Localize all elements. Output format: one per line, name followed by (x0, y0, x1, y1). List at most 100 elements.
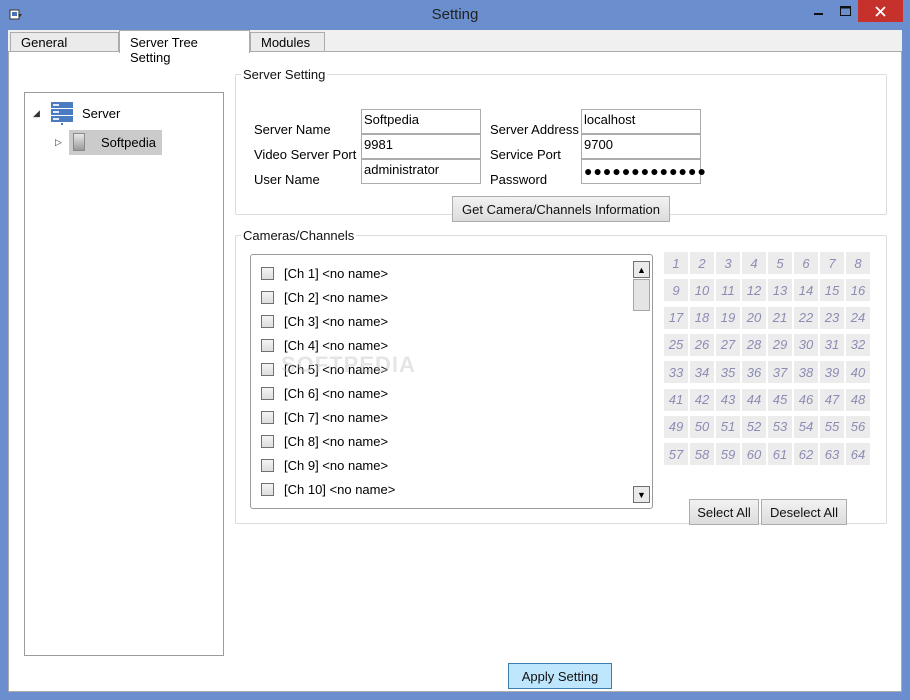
video-server-port-field[interactable]: 9981 (361, 134, 481, 159)
channel-number-cell[interactable]: 60 (742, 443, 766, 466)
maximize-button[interactable] (833, 0, 858, 22)
channel-number-cell[interactable]: 59 (716, 443, 740, 466)
channel-number-cell[interactable]: 24 (846, 306, 870, 329)
select-all-button[interactable]: Select All (689, 499, 759, 525)
channel-checkbox[interactable] (261, 290, 274, 304)
minimize-button[interactable] (805, 0, 833, 22)
channel-number-cell[interactable]: 63 (820, 443, 844, 466)
channel-number-cell[interactable]: 30 (794, 333, 818, 356)
service-port-field[interactable]: 9700 (581, 134, 701, 159)
channel-number-cell[interactable]: 21 (768, 306, 792, 329)
tree-node-softpedia[interactable]: ▷ Softpedia (55, 129, 162, 155)
channel-checkbox[interactable] (261, 386, 274, 400)
channel-number-cell[interactable]: 25 (664, 333, 688, 356)
channel-number-cell[interactable]: 61 (768, 443, 792, 466)
channel-number-cell[interactable]: 51 (716, 415, 740, 438)
tab-server-tree-setting[interactable]: Server Tree Setting (119, 30, 250, 65)
channel-number-cell[interactable]: 28 (742, 333, 766, 356)
channel-checkbox[interactable] (261, 338, 274, 352)
channel-number-cell[interactable]: 33 (664, 361, 688, 384)
channel-number-cell[interactable]: 58 (690, 443, 714, 466)
tab-general-setting[interactable]: General Setting (10, 32, 119, 65)
channel-number-cell[interactable]: 8 (846, 252, 870, 274)
close-button[interactable] (858, 0, 903, 22)
channel-number-cell[interactable]: 4 (742, 252, 766, 274)
channel-number-cell[interactable]: 15 (820, 279, 844, 302)
channel-list[interactable]: [Ch 1] <no name> [Ch 2] <no name> [Ch 3]… (250, 254, 653, 509)
channel-number-cell[interactable]: 44 (742, 388, 766, 411)
list-item[interactable]: [Ch 2] <no name> (261, 287, 388, 307)
channel-number-cell[interactable]: 7 (820, 252, 844, 274)
list-item[interactable]: [Ch 6] <no name> (261, 383, 388, 403)
channel-number-cell[interactable]: 37 (768, 361, 792, 384)
channel-number-cell[interactable]: 22 (794, 306, 818, 329)
channel-number-cell[interactable]: 16 (846, 279, 870, 302)
scroll-thumb[interactable] (633, 279, 650, 311)
tree-node-server[interactable]: ◢ Server (33, 99, 120, 127)
channel-number-cell[interactable]: 36 (742, 361, 766, 384)
channel-number-cell[interactable]: 17 (664, 306, 688, 329)
channel-number-cell[interactable]: 52 (742, 415, 766, 438)
channel-number-cell[interactable]: 12 (742, 279, 766, 302)
channel-number-cell[interactable]: 31 (820, 333, 844, 356)
channel-number-cell[interactable]: 42 (690, 388, 714, 411)
scroll-up-button[interactable]: ▲ (633, 261, 650, 278)
channel-number-cell[interactable]: 39 (820, 361, 844, 384)
deselect-all-button[interactable]: Deselect All (761, 499, 847, 525)
channel-number-cell[interactable]: 9 (664, 279, 688, 302)
channel-number-cell[interactable]: 32 (846, 333, 870, 356)
channel-number-cell[interactable]: 6 (794, 252, 818, 274)
channel-checkbox[interactable] (261, 410, 274, 424)
channel-checkbox[interactable] (261, 434, 274, 448)
channel-checkbox[interactable] (261, 458, 274, 472)
channel-number-cell[interactable]: 46 (794, 388, 818, 411)
list-item[interactable]: [Ch 7] <no name> (261, 407, 388, 427)
channel-checkbox[interactable] (261, 314, 274, 328)
title-bar[interactable]: Setting (0, 0, 910, 30)
channel-number-cell[interactable]: 49 (664, 415, 688, 438)
server-address-field[interactable]: localhost (581, 109, 701, 134)
channel-number-cell[interactable]: 10 (690, 279, 714, 302)
channel-checkbox[interactable] (261, 362, 274, 376)
channel-number-cell[interactable]: 55 (820, 415, 844, 438)
channel-number-cell[interactable]: 18 (690, 306, 714, 329)
channel-checkbox[interactable] (261, 482, 274, 496)
channel-number-cell[interactable]: 19 (716, 306, 740, 329)
server-name-field[interactable]: Softpedia (361, 109, 481, 134)
server-tree[interactable]: ◢ Server ▷ Softpedia (24, 92, 224, 656)
channel-number-cell[interactable]: 56 (846, 415, 870, 438)
channel-number-cell[interactable]: 53 (768, 415, 792, 438)
channel-number-cell[interactable]: 62 (794, 443, 818, 466)
channel-number-cell[interactable]: 11 (716, 279, 740, 302)
channel-number-cell[interactable]: 57 (664, 443, 688, 466)
channel-number-cell[interactable]: 34 (690, 361, 714, 384)
get-camera-channels-button[interactable]: Get Camera/Channels Information (452, 196, 670, 222)
scroll-down-button[interactable]: ▼ (633, 486, 650, 503)
channel-number-cell[interactable]: 20 (742, 306, 766, 329)
channel-number-cell[interactable]: 64 (846, 443, 870, 466)
apply-setting-button[interactable]: Apply Setting (508, 663, 612, 689)
channel-number-cell[interactable]: 35 (716, 361, 740, 384)
channel-number-cell[interactable]: 38 (794, 361, 818, 384)
channel-number-cell[interactable]: 40 (846, 361, 870, 384)
channel-number-cell[interactable]: 54 (794, 415, 818, 438)
channel-number-cell[interactable]: 48 (846, 388, 870, 411)
channel-number-cell[interactable]: 27 (716, 333, 740, 356)
expand-arrow-icon[interactable]: ▷ (55, 137, 69, 148)
channel-number-cell[interactable]: 13 (768, 279, 792, 302)
channel-checkbox[interactable] (261, 266, 274, 280)
collapse-arrow-icon[interactable]: ◢ (33, 108, 47, 119)
channel-number-cell[interactable]: 3 (716, 252, 740, 274)
channel-number-cell[interactable]: 29 (768, 333, 792, 356)
tree-selected-item[interactable]: Softpedia (69, 129, 162, 155)
channel-number-cell[interactable]: 2 (690, 252, 714, 274)
user-name-field[interactable]: administrator (361, 159, 481, 184)
list-item[interactable]: [Ch 8] <no name> (261, 431, 388, 451)
channel-number-cell[interactable]: 45 (768, 388, 792, 411)
list-item[interactable]: [Ch 9] <no name> (261, 455, 388, 475)
channel-number-cell[interactable]: 41 (664, 388, 688, 411)
tab-modules[interactable]: Modules (250, 32, 325, 52)
password-field[interactable]: ●●●●●●●●●●●●● (581, 159, 706, 184)
channel-number-cell[interactable]: 14 (794, 279, 818, 302)
list-item[interactable]: [Ch 1] <no name> (261, 263, 388, 283)
